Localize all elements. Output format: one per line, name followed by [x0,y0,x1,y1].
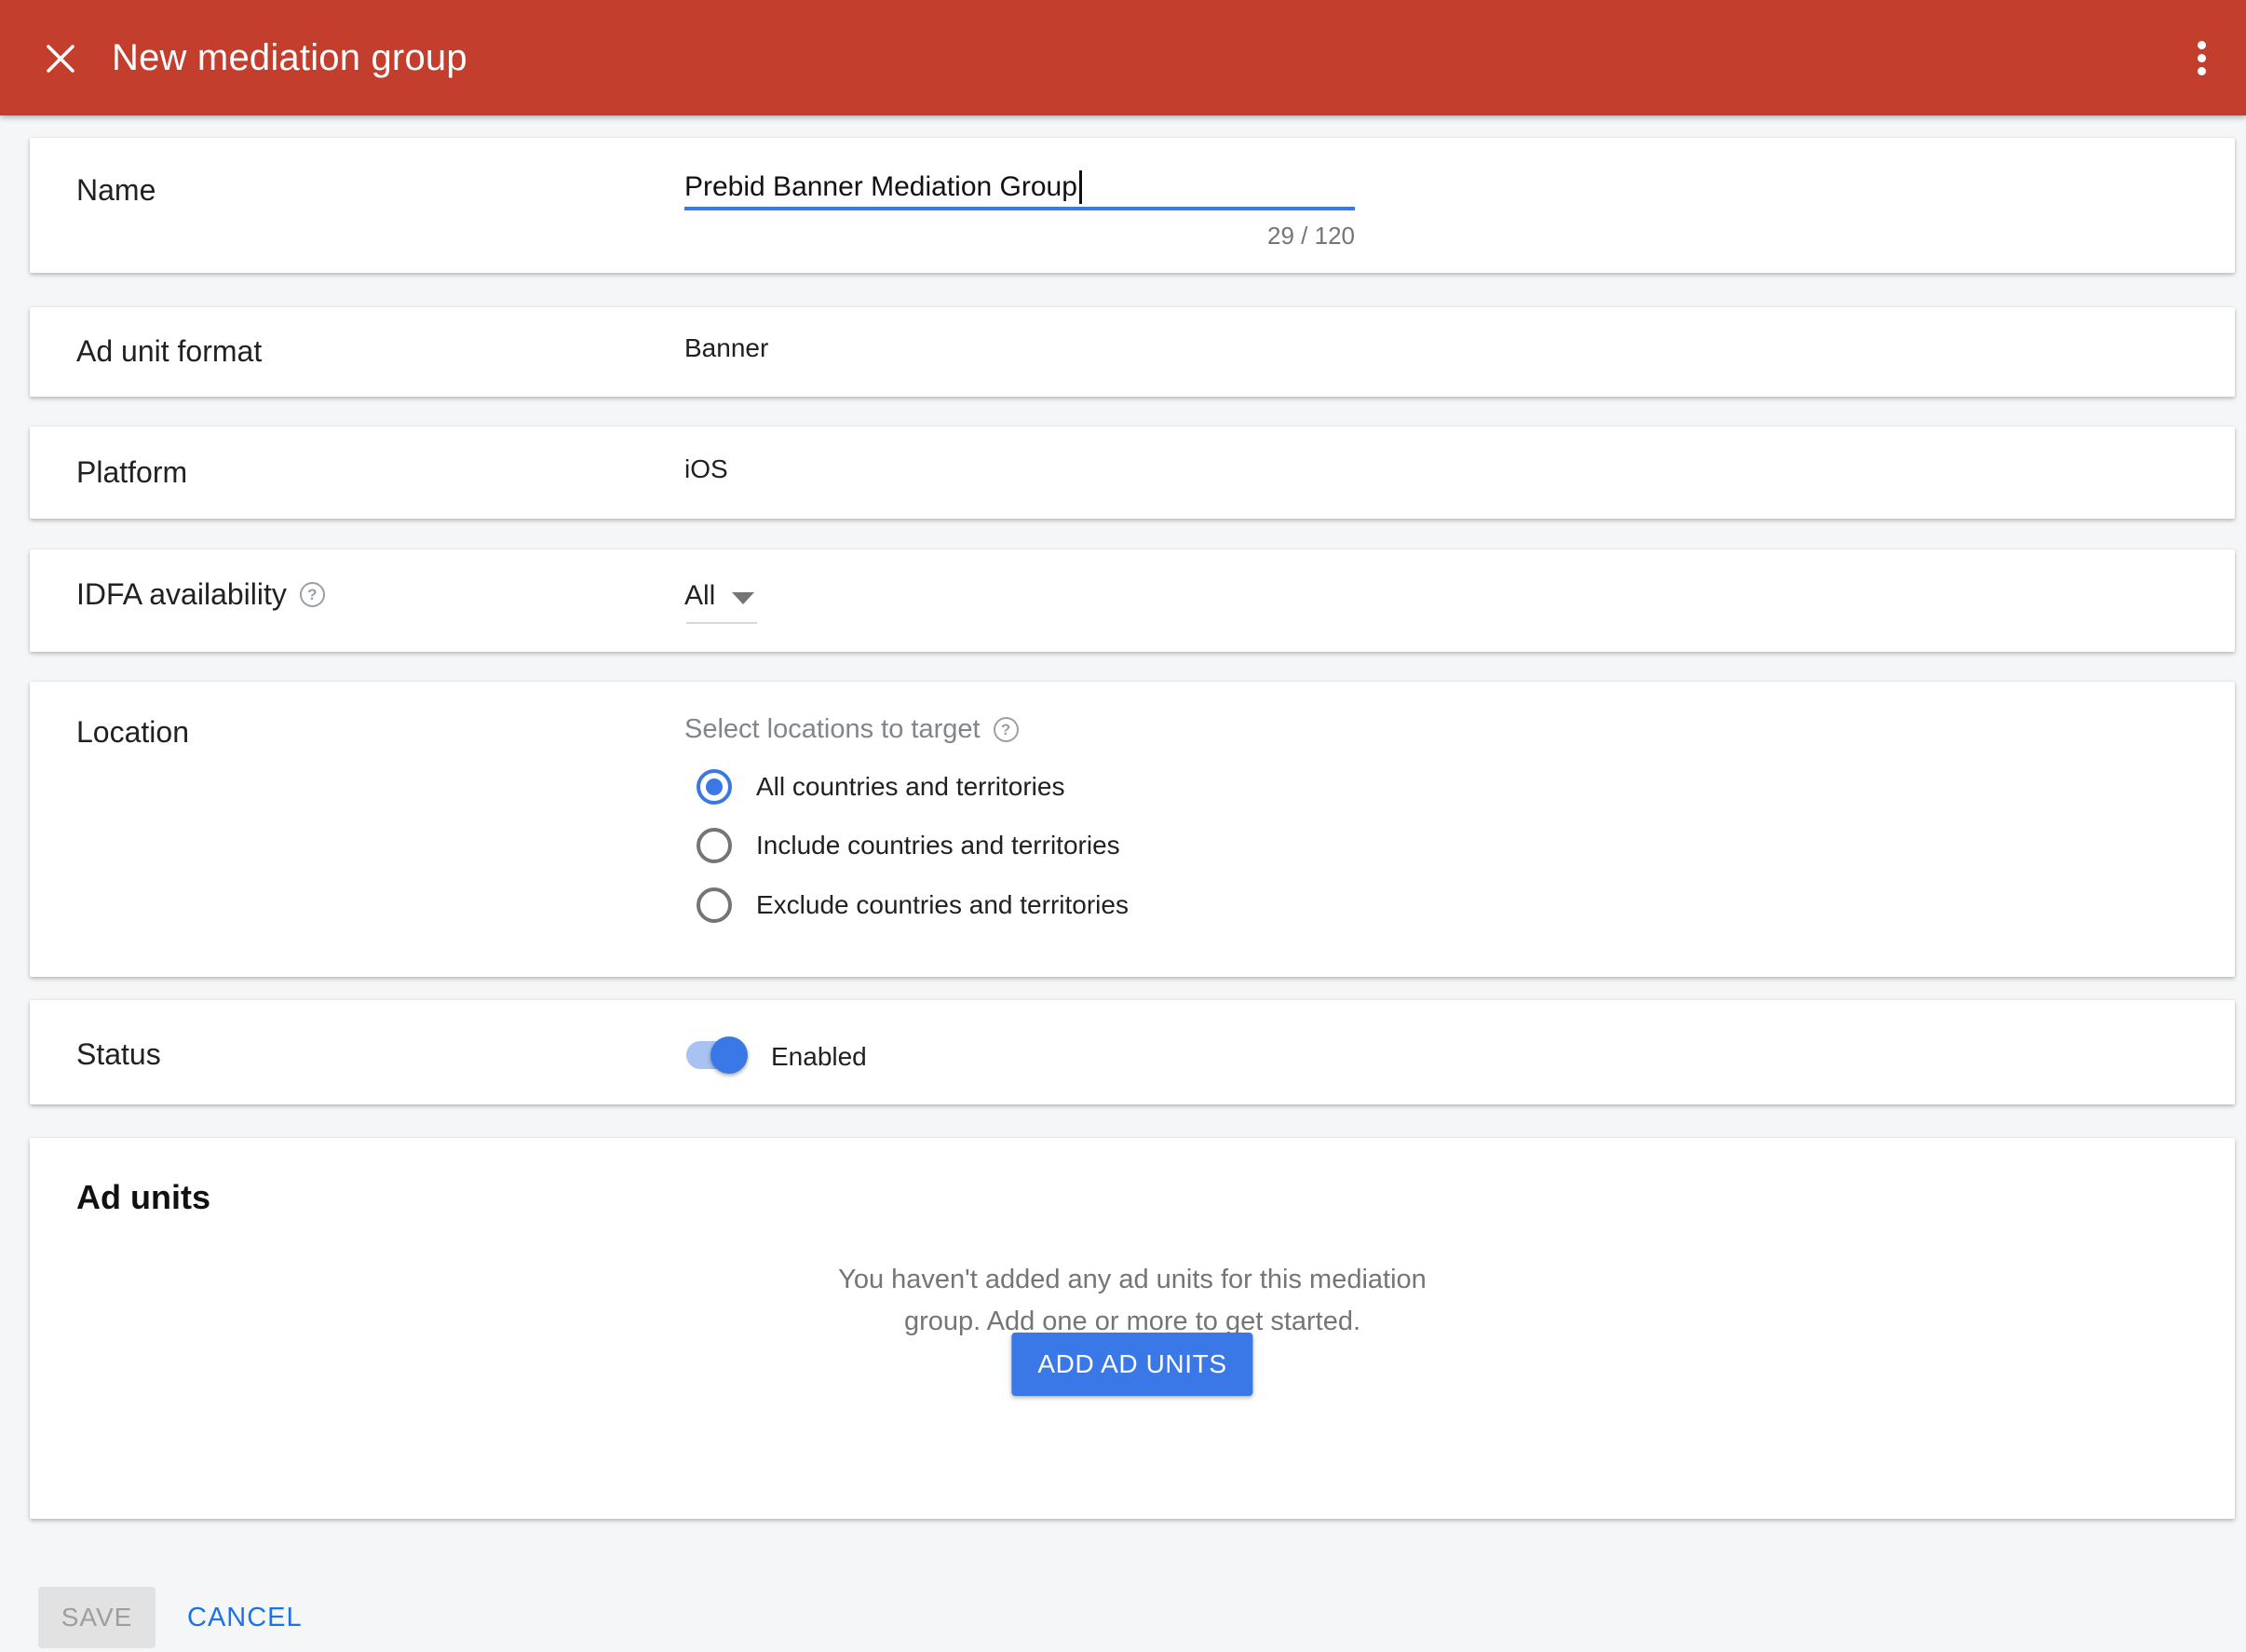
add-ad-units-button[interactable]: ADD AD UNITS [1011,1333,1252,1396]
ad-unit-format-value: Banner [684,332,768,364]
name-input[interactable]: Prebid Banner Mediation Group [684,170,1355,204]
location-label: Location [76,715,189,749]
ad-units-card: Ad units You haven't added any ad units … [30,1138,2235,1519]
radio-include-countries[interactable]: Include countries and territories [697,825,1120,866]
idfa-label-text: IDFA availability [76,577,287,611]
name-field-card: Name Prebid Banner Mediation Group 29 / … [30,138,2235,273]
platform-value: iOS [684,454,728,485]
ad-unit-format-label: Ad unit format [76,334,262,368]
platform-label: Platform [76,455,187,489]
idfa-dropdown[interactable]: All [684,577,754,615]
idfa-availability-card: IDFA availability ? All [30,549,2235,652]
kebab-menu-icon[interactable] [2183,34,2220,82]
radio-exclude-countries[interactable]: Exclude countries and territories [697,885,1129,926]
radio-all-countries[interactable]: All countries and territories [697,766,1064,807]
name-label: Name [76,173,156,207]
help-icon[interactable]: ? [300,582,325,607]
close-icon[interactable] [41,39,80,78]
radio-label: All countries and territories [756,771,1064,803]
status-label: Status [76,1037,161,1071]
save-button[interactable]: SAVE [38,1587,156,1648]
help-icon[interactable]: ? [994,717,1019,742]
dropdown-arrow-icon [732,592,754,604]
cancel-button[interactable]: CANCEL [187,1587,303,1648]
radio-label: Exclude countries and territories [756,889,1129,921]
radio-selected-icon [697,769,732,805]
name-input-value: Prebid Banner Mediation Group [684,170,1077,204]
platform-card: Platform iOS [30,427,2235,519]
page-title: New mediation group [112,37,467,78]
location-card: Location Select locations to target ? Al… [30,682,2235,977]
ad-unit-format-card: Ad unit format Banner [30,307,2235,397]
status-toggle[interactable] [686,1036,779,1074]
status-card: Status Enabled [30,1000,2235,1104]
toggle-knob [710,1036,748,1074]
new-mediation-group-screen: New mediation group Name Prebid Banner M… [0,0,2246,1652]
status-value: Enabled [771,1041,867,1073]
app-bar: New mediation group [0,0,2246,115]
radio-unselected-icon [697,887,732,923]
idfa-dropdown-underline [686,622,757,624]
name-input-underline [684,207,1355,210]
name-char-counter: 29 / 120 [684,222,1355,251]
radio-label: Include countries and territories [756,830,1120,861]
empty-state-line1: You haven't added any ad units for this … [838,1265,1427,1294]
text-cursor [1079,170,1082,204]
idfa-selected-value: All [684,580,715,612]
location-prompt: Select locations to target ? [684,713,1019,745]
location-prompt-text: Select locations to target [684,713,981,745]
radio-unselected-icon [697,828,732,863]
ad-units-empty-state: You haven't added any ad units for this … [30,1259,2235,1343]
idfa-label: IDFA availability ? [76,577,325,611]
ad-units-heading: Ad units [76,1179,210,1216]
